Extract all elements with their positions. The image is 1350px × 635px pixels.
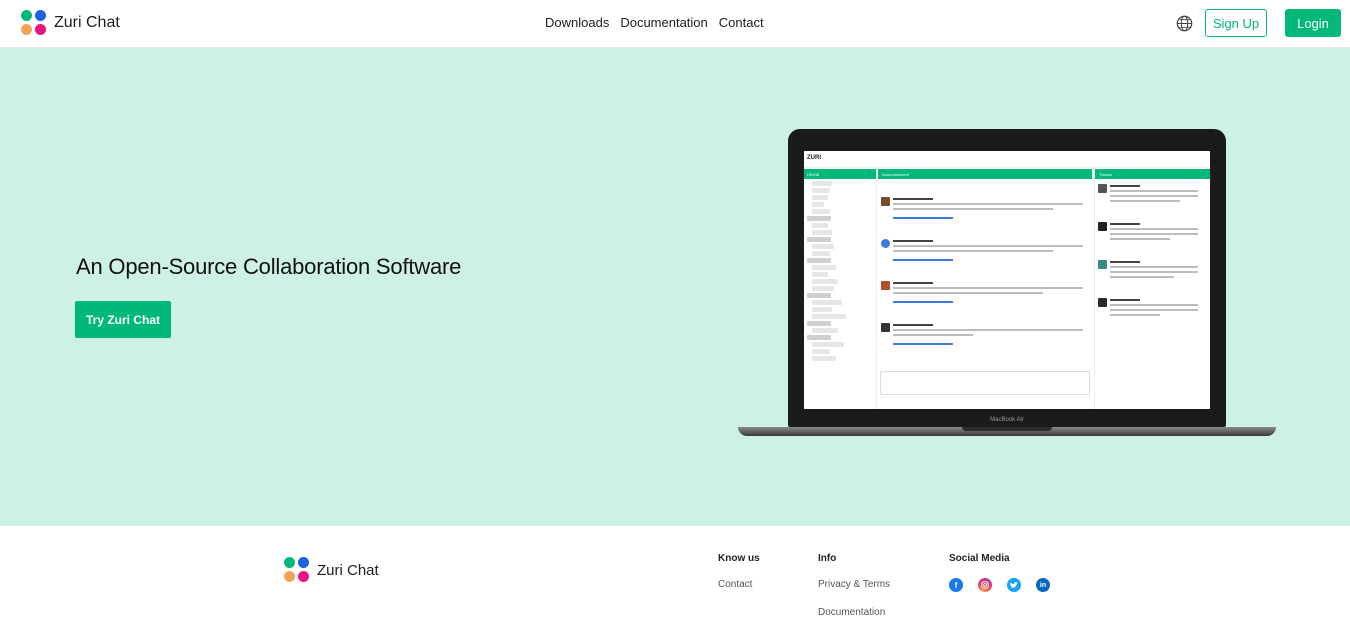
hero-title: An Open-Source Collaboration Software [76, 254, 462, 279]
app-message-input [880, 371, 1090, 395]
top-navbar: Zuri Chat Downloads Documentation Contac… [0, 0, 1350, 48]
footer-col-info: Info Privacy & Terms Documentation [818, 553, 890, 635]
app-org-name: HNGi8 [804, 169, 876, 179]
laptop-mockup-image: ZURI HNGi8 Announcement Thread MacBook A… [738, 129, 1276, 445]
social-icons: f in [949, 578, 1050, 592]
laptop-notch [962, 427, 1052, 431]
app-thread-panel: Thread [1094, 169, 1210, 409]
footer: Zuri Chat Know us Contact Info Privacy &… [0, 526, 1350, 620]
app-channel-header: Announcement [878, 169, 1092, 179]
signup-button[interactable]: Sign Up [1205, 9, 1267, 37]
footer-brand-name: Zuri Chat [317, 561, 379, 579]
login-button[interactable]: Login [1285, 9, 1341, 37]
app-sidebar: HNGi8 [804, 169, 877, 409]
app-logo: ZURI [807, 155, 821, 161]
zuri-logo-icon [284, 557, 310, 583]
laptop-model-label: MacBook Air [990, 417, 1024, 423]
nav-link-downloads[interactable]: Downloads [545, 15, 609, 30]
footer-heading-social: Social Media [949, 553, 1010, 564]
footer-col-know-us: Know us Contact [718, 553, 760, 607]
main-nav: Downloads Documentation Contact [545, 15, 764, 30]
nav-link-contact[interactable]: Contact [719, 15, 764, 30]
twitter-icon[interactable] [1007, 578, 1021, 592]
footer-heading-info: Info [818, 553, 837, 564]
footer-brand-logo[interactable]: Zuri Chat [284, 557, 379, 583]
brand-name: Zuri Chat [54, 14, 120, 31]
globe-icon[interactable] [1176, 15, 1193, 32]
footer-col-social: Social Media f in [949, 553, 1050, 592]
facebook-icon[interactable]: f [949, 578, 963, 592]
brand-logo[interactable]: Zuri Chat [21, 10, 120, 36]
footer-link-contact[interactable]: Contact [718, 579, 760, 590]
linkedin-icon[interactable]: in [1036, 578, 1050, 592]
footer-link-privacy-terms[interactable]: Privacy & Terms [818, 579, 890, 590]
hero-section: An Open-Source Collaboration Software Tr… [0, 48, 1350, 526]
try-zuri-chat-button[interactable]: Try Zuri Chat [75, 301, 171, 338]
app-channel-view: Announcement [878, 169, 1092, 409]
footer-heading-know-us: Know us [718, 553, 760, 564]
zuri-logo-icon [21, 10, 47, 36]
app-thread-header: Thread [1095, 169, 1210, 179]
app-screenshot: ZURI HNGi8 Announcement Thread [804, 151, 1210, 409]
nav-link-documentation[interactable]: Documentation [620, 15, 707, 30]
app-topbar: ZURI [804, 151, 1210, 168]
laptop-lid: ZURI HNGi8 Announcement Thread [788, 129, 1226, 427]
footer-link-documentation[interactable]: Documentation [818, 607, 890, 618]
instagram-icon[interactable] [978, 578, 992, 592]
